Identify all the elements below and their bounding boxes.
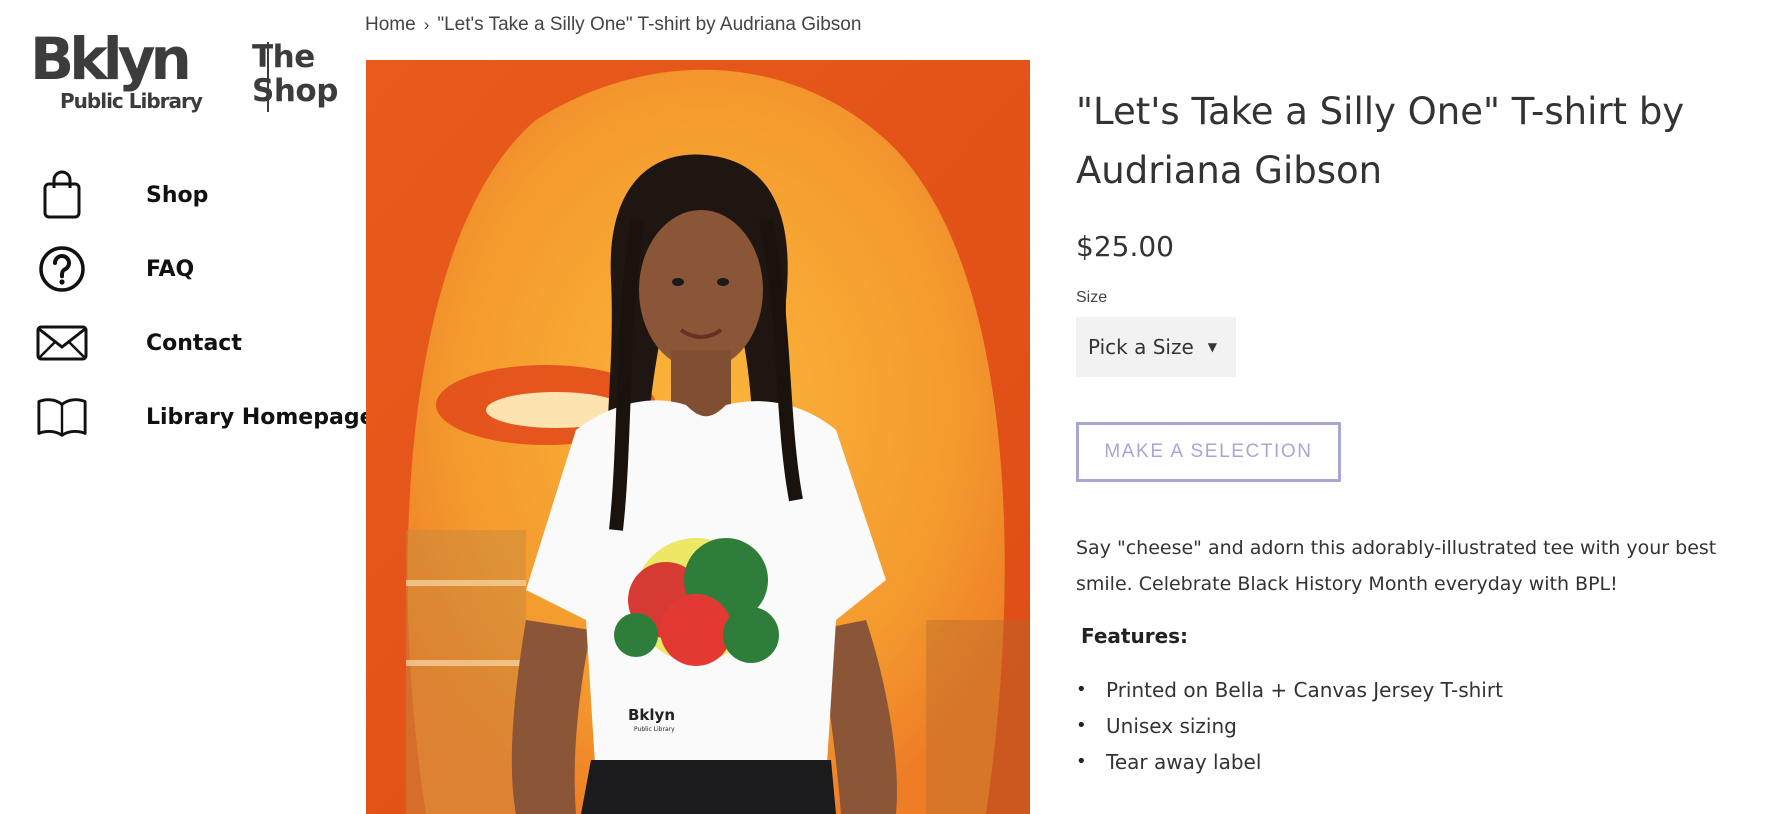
make-a-selection-button[interactable]: MAKE A SELECTION <box>1076 422 1341 482</box>
breadcrumb-current: "Let's Take a Silly One" T-shirt by Audr… <box>437 14 862 35</box>
sidebar-item-contact[interactable]: Contact <box>36 306 375 380</box>
bullet-icon: • <box>1076 715 1087 736</box>
shopping-bag-icon <box>36 169 88 221</box>
sidebar-item-faq[interactable]: FAQ <box>36 232 375 306</box>
sidebar-item-label: Library Homepage <box>146 404 375 430</box>
logo-bklyn-public-library: Bklyn Public Library <box>30 30 230 118</box>
sidebar-item-label: Contact <box>146 330 242 356</box>
features-list: • Printed on Bella + Canvas Jersey T-shir… <box>1076 672 1756 780</box>
product-info: "Let's Take a Silly One" T-shirt by Audr… <box>1076 82 1756 780</box>
brand-logo[interactable]: Bklyn Public Library The Shop <box>30 30 340 118</box>
logo-the-shop: The Shop <box>252 40 338 108</box>
size-label: Size <box>1076 289 1108 306</box>
envelope-icon <box>36 317 88 369</box>
sidebar-item-shop[interactable]: Shop <box>36 158 375 232</box>
breadcrumb: Home › "Let's Take a Silly One" T-shirt … <box>365 14 861 36</box>
product-price: $25.00 <box>1076 230 1174 263</box>
list-item: • Unisex sizing <box>1076 708 1756 744</box>
feature-text: Printed on Bella + Canvas Jersey T-shirt <box>1106 678 1503 702</box>
list-item: • Printed on Bella + Canvas Jersey T-shir… <box>1076 672 1756 708</box>
caret-down-icon: ▼ <box>1207 340 1218 354</box>
features-heading: Features: <box>1081 624 1189 648</box>
shirt-print-logo-sub: Public Library <box>634 726 675 733</box>
sidebar-nav: Shop FAQ Contact Library Homepage <box>36 158 375 454</box>
shirt-print-logo: Bklyn <box>628 706 675 724</box>
logo-bklyn-text: Bklyn <box>30 25 192 93</box>
sidebar-item-library-homepage[interactable]: Library Homepage <box>36 380 375 454</box>
bullet-icon: • <box>1076 751 1087 772</box>
sidebar-item-label: FAQ <box>146 256 195 282</box>
product-photo: Bklyn Public Library <box>366 60 1030 814</box>
size-select-value: Pick a Size <box>1088 335 1194 359</box>
feature-text: Tear away label <box>1106 750 1262 774</box>
breadcrumb-separator: › <box>423 15 430 34</box>
sidebar-item-label: Shop <box>146 182 209 208</box>
bullet-icon: • <box>1076 679 1087 700</box>
size-select[interactable]: Pick a Size ▼ <box>1076 317 1236 377</box>
logo-the-text: The <box>252 39 315 75</box>
product-image[interactable]: Bklyn Public Library <box>366 60 1030 814</box>
sidebar: Bklyn Public Library The Shop Shop FAQ C… <box>0 0 375 814</box>
open-book-icon <box>36 391 88 443</box>
question-circle-icon <box>36 243 88 295</box>
list-item: • Tear away label <box>1076 744 1756 780</box>
feature-text: Unisex sizing <box>1106 714 1237 738</box>
logo-public-library-text: Public Library <box>60 89 203 113</box>
breadcrumb-home-link[interactable]: Home <box>365 14 416 36</box>
logo-shop-text: Shop <box>252 73 338 109</box>
product-description: Say "cheese" and adorn this adorably-ill… <box>1076 537 1717 595</box>
product-title: "Let's Take a Silly One" T-shirt by Audr… <box>1076 90 1685 192</box>
